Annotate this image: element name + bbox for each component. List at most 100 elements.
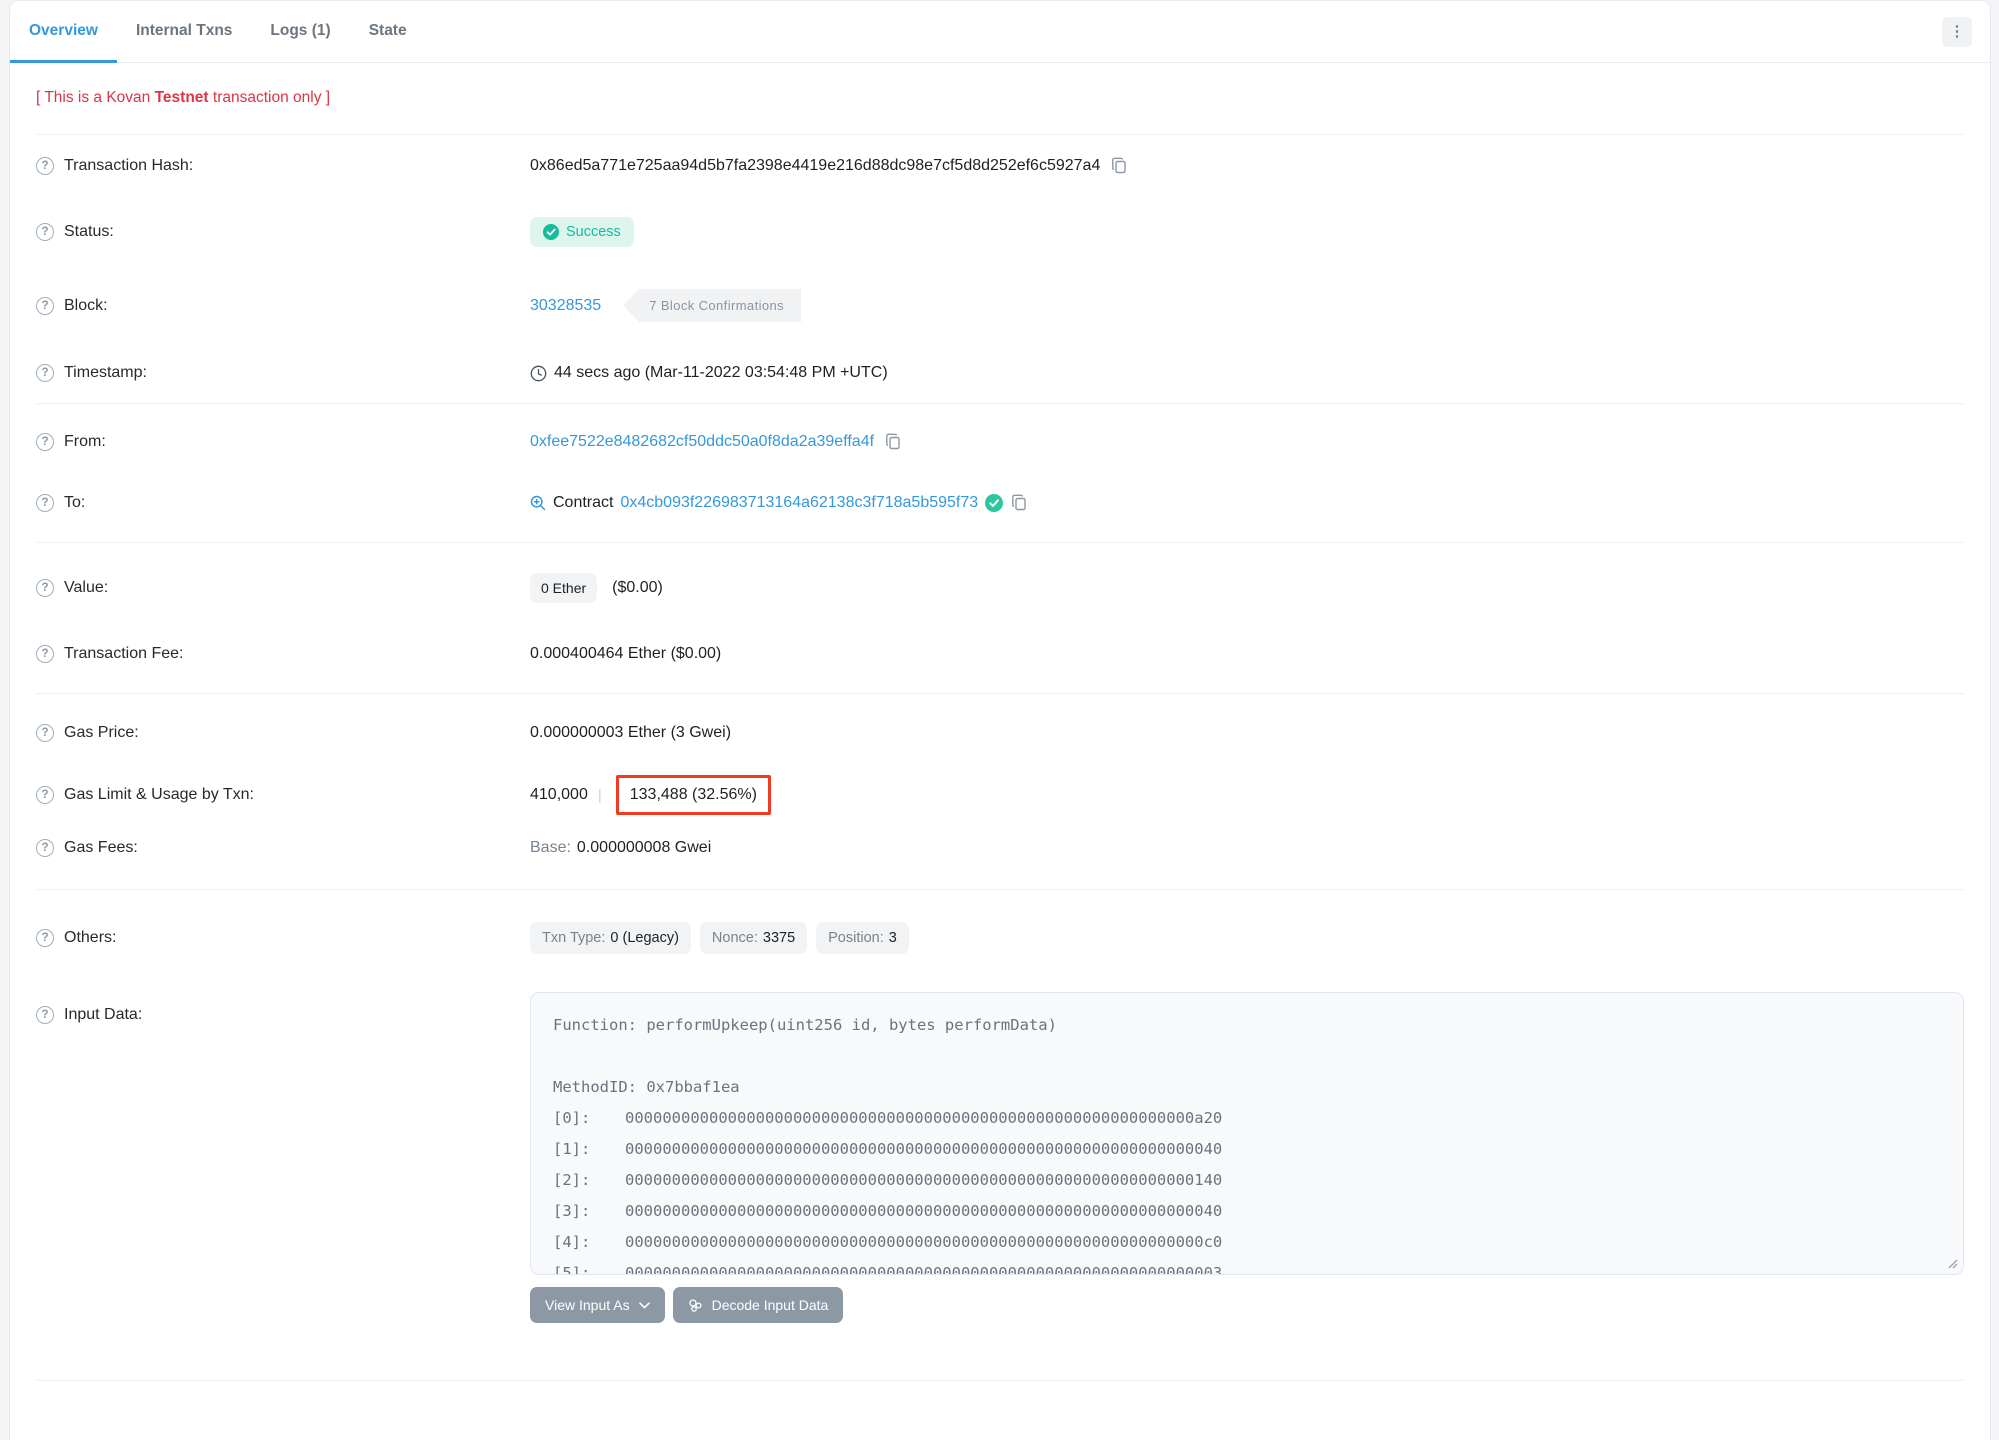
- row-gas-limit-usage: ? Gas Limit & Usage by Txn: 410,000 | 13…: [36, 763, 1964, 827]
- input-word-row: [2]: 000000000000000000000000000000000000…: [553, 1171, 1223, 1189]
- help-icon[interactable]: ?: [36, 296, 54, 315]
- input-word-row: [3]: 000000000000000000000000000000000000…: [553, 1202, 1223, 1220]
- input-methodid-line: MethodID: 0x7bbaf1ea: [553, 1078, 740, 1096]
- input-data-textarea[interactable]: Function: performUpkeep(uint256 id, byte…: [530, 992, 1964, 1275]
- verified-check-icon: [985, 493, 1004, 512]
- transaction-fee-label: Transaction Fee:: [64, 645, 184, 662]
- row-to: ? To: Contract 0x4cb093f226983713164a621…: [36, 472, 1964, 542]
- overview-panel: [ This is a Kovan Testnet transaction on…: [10, 63, 1990, 1381]
- input-data-label: Input Data:: [64, 1006, 143, 1023]
- value-label: Value:: [64, 579, 109, 596]
- transaction-fee-value: 0.000400464 Ether ($0.00): [530, 645, 722, 662]
- zoom-in-icon[interactable]: [530, 495, 546, 511]
- tab-internal-txns[interactable]: Internal Txns: [117, 1, 251, 63]
- chevron-down-icon: [638, 1301, 650, 1308]
- from-address-link[interactable]: 0xfee7522e8482682cf50ddc50a0f8da2a39effa…: [530, 433, 874, 451]
- to-address-link[interactable]: 0x4cb093f226983713164a62138c3f718a5b595f…: [620, 494, 978, 512]
- txn-type-key: Txn Type:: [542, 930, 606, 946]
- gas-usage-highlight-box: 133,488 (32.56%): [615, 775, 771, 815]
- copy-icon[interactable]: [884, 432, 903, 451]
- nonce-key: Nonce:: [711, 930, 758, 946]
- view-input-as-button[interactable]: View Input As: [530, 1287, 665, 1323]
- row-input-data: ? Input Data: Function: performUpkeep(ui…: [36, 982, 1964, 1344]
- clock-icon: [530, 365, 547, 381]
- status-value: Success: [566, 224, 621, 240]
- row-transaction-hash: ? Transaction Hash: 0x86ed5a771e725aa94d…: [36, 135, 1964, 196]
- input-word-row: [5]: 000000000000000000000000000000000000…: [553, 1264, 1223, 1275]
- testnet-notice-prefix: [ This is a Kovan: [36, 89, 155, 106]
- help-icon[interactable]: ?: [36, 645, 54, 663]
- input-word-row: [4]: 000000000000000000000000000000000000…: [553, 1233, 1223, 1251]
- value-usd: ($0.00): [612, 579, 663, 596]
- to-type: Contract: [553, 493, 614, 511]
- row-from: ? From: 0xfee7522e8482682cf50ddc50a0f8da…: [36, 404, 1964, 472]
- help-icon[interactable]: ?: [36, 223, 54, 241]
- tab-logs[interactable]: Logs (1): [251, 1, 349, 63]
- gas-price-value: 0.000000003 Ether (3 Gwei): [530, 724, 732, 741]
- divider: [36, 1380, 1964, 1381]
- txn-type-value: 0 (Legacy): [610, 930, 679, 946]
- more-options-kebab-icon[interactable]: ⋮: [1942, 16, 1972, 47]
- help-icon[interactable]: ?: [36, 432, 54, 451]
- copy-icon[interactable]: [1010, 493, 1029, 512]
- input-data-actions: View Input As Decode Input Data: [530, 1287, 1964, 1323]
- row-transaction-fee: ? Transaction Fee: 0.000400464 Ether ($0…: [36, 624, 1964, 693]
- to-label: To:: [64, 493, 86, 511]
- gas-limit-usage-label: Gas Limit & Usage by Txn:: [64, 786, 254, 803]
- row-block: ? Block: 30328535 7 Block Confirmations: [36, 268, 1964, 343]
- help-icon[interactable]: ?: [36, 839, 54, 857]
- testnet-notice-bold: Testnet: [154, 89, 209, 106]
- timestamp-label: Timestamp:: [64, 364, 147, 381]
- row-others: ? Others: Txn Type: 0 (Legacy) Nonce: 33…: [36, 890, 1964, 982]
- help-icon[interactable]: ?: [36, 1006, 54, 1024]
- gas-usage-value: 133,488 (32.56%): [629, 786, 757, 803]
- row-status: ? Status: Success: [36, 196, 1964, 268]
- block-number-link[interactable]: 30328535: [530, 297, 601, 315]
- gas-fees-base-label: Base:: [530, 839, 571, 856]
- help-icon[interactable]: ?: [36, 493, 54, 512]
- decode-icon: [688, 1298, 702, 1312]
- nonce-badge: Nonce: 3375: [699, 922, 808, 954]
- tab-overview[interactable]: Overview: [10, 1, 117, 63]
- input-word-row: [1]: 000000000000000000000000000000000000…: [553, 1140, 1223, 1158]
- row-gas-price: ? Gas Price: 0.000000003 Ether (3 Gwei): [36, 694, 1964, 763]
- from-label: From:: [64, 432, 106, 450]
- check-circle-icon: [543, 224, 559, 240]
- testnet-notice: [ This is a Kovan Testnet transaction on…: [36, 63, 1964, 134]
- input-function-line: Function: performUpkeep(uint256 id, byte…: [553, 1016, 1057, 1034]
- help-icon[interactable]: ?: [36, 364, 54, 382]
- help-icon[interactable]: ?: [36, 786, 54, 804]
- timestamp-value: 44 secs ago (Mar-11-2022 03:54:48 PM +UT…: [554, 364, 888, 381]
- status-label: Status:: [64, 223, 114, 240]
- status-badge: Success: [530, 217, 634, 247]
- value-amount-badge: 0 Ether: [530, 573, 598, 603]
- position-badge: Position: 3: [816, 922, 909, 954]
- block-confirmations-badge: 7 Block Confirmations: [623, 289, 802, 322]
- help-icon[interactable]: ?: [36, 156, 54, 175]
- gas-separator: |: [597, 786, 602, 804]
- tab-state[interactable]: State: [350, 1, 426, 63]
- help-icon[interactable]: ?: [36, 724, 54, 742]
- gas-fees-base-value: 0.000000008 Gwei: [576, 839, 712, 856]
- row-value: ? Value: 0 Ether ($0.00): [36, 543, 1964, 624]
- copy-icon[interactable]: [1110, 156, 1129, 175]
- help-icon[interactable]: ?: [36, 929, 54, 947]
- help-icon[interactable]: ?: [36, 579, 54, 597]
- testnet-notice-suffix: transaction only ]: [208, 89, 331, 106]
- row-timestamp: ? Timestamp: 44 secs ago (Mar-11-2022 03…: [36, 343, 1964, 403]
- input-word-row: [0]: 000000000000000000000000000000000000…: [553, 1109, 1223, 1127]
- transaction-hash-label: Transaction Hash:: [64, 156, 194, 174]
- gas-price-label: Gas Price:: [64, 724, 139, 741]
- decode-input-data-button[interactable]: Decode Input Data: [672, 1287, 844, 1323]
- transaction-card: Overview Internal Txns Logs (1) State ⋮ …: [9, 0, 1991, 1440]
- nonce-value: 3375: [762, 930, 796, 946]
- tab-bar: Overview Internal Txns Logs (1) State ⋮: [10, 1, 1990, 63]
- gas-limit-value: 410,000: [530, 786, 588, 803]
- block-label: Block:: [64, 296, 108, 314]
- txn-type-badge: Txn Type: 0 (Legacy): [530, 922, 691, 954]
- transaction-hash-value: 0x86ed5a771e725aa94d5b7fa2398e4419e216d8…: [530, 156, 1101, 174]
- position-key: Position:: [828, 930, 884, 946]
- others-label: Others:: [64, 929, 117, 946]
- position-value: 3: [888, 930, 897, 946]
- resize-grip-icon[interactable]: [1946, 1257, 1958, 1269]
